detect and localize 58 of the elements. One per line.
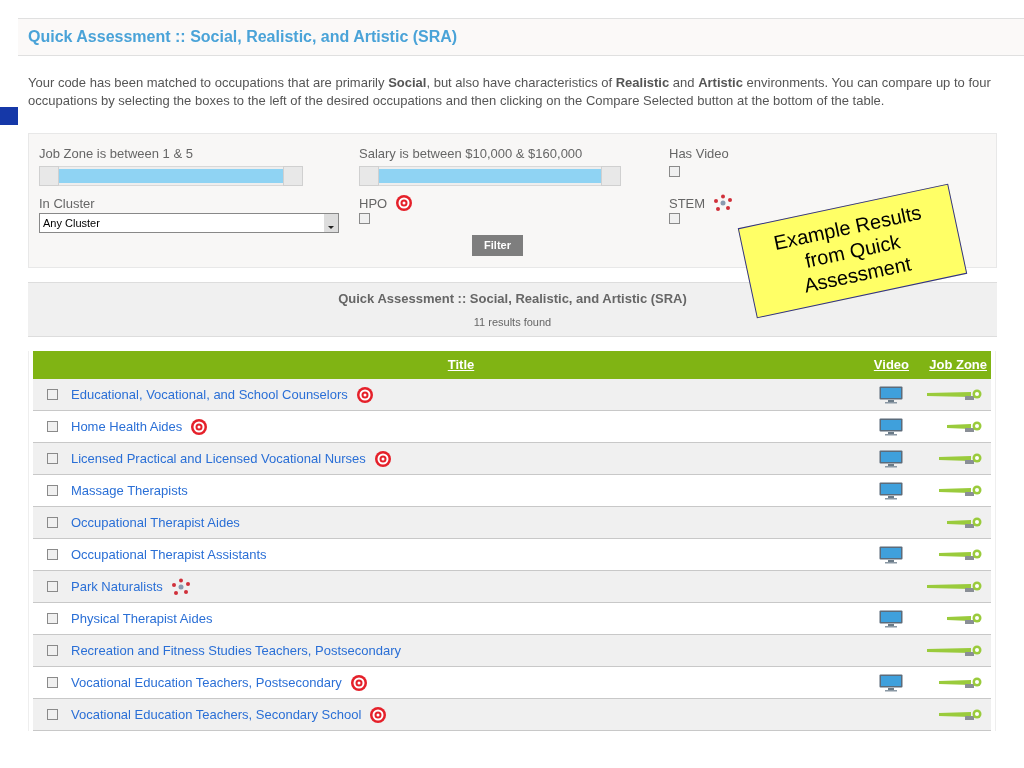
occupation-link[interactable]: Licensed Practical and Licensed Vocational Nurses [71, 448, 366, 469]
checkbox[interactable] [46, 421, 58, 432]
checkbox[interactable] [46, 485, 58, 496]
column-header-link[interactable]: Video [873, 355, 909, 375]
checkbox[interactable] [46, 645, 58, 656]
filter-button[interactable]: Filter [472, 235, 523, 256]
checkbox[interactable] [46, 389, 58, 400]
occupation-link[interactable]: Vocational Education Teachers, Secondary School [71, 704, 362, 725]
occupation-link[interactable]: Physical Therapist Aides [71, 608, 213, 629]
occupation-link[interactable]: Massage Therapists [71, 480, 188, 501]
key-icon [939, 483, 983, 498]
key-icon [939, 451, 983, 466]
molecule-icon [713, 194, 734, 213]
filter-label: HPO [359, 194, 388, 213]
checkbox[interactable] [46, 453, 58, 464]
checkbox[interactable] [669, 165, 680, 177]
key-icon [947, 611, 983, 626]
checkbox[interactable] [46, 613, 58, 624]
checkbox[interactable] [359, 213, 370, 224]
checkbox[interactable] [46, 677, 58, 688]
key-icon [927, 643, 983, 658]
checkbox[interactable] [46, 517, 58, 528]
filter-label: STEM [669, 194, 706, 213]
occupation-link[interactable]: Occupational Therapist Aides [71, 512, 240, 533]
intro-paragraph: Your code has been matched to occupations that are primarily Social, but also have characteristics of Realistic and Artistic environments. You can compare up to four occupations by selecting the boxes to the left of the desired occupations and then clicking on the Compare Selected button at the bottom of the table. [27, 74, 992, 110]
results-count: 11 results found [473, 315, 552, 330]
filter-label: Salary is between $10,000 & $160,000 [359, 145, 584, 163]
key-icon [947, 419, 983, 434]
column-header-link[interactable]: Title [447, 355, 475, 375]
occupation-link[interactable]: Educational, Vocational, and School Counselors [71, 384, 348, 405]
key-icon [939, 707, 983, 722]
column-header-link[interactable]: Job Zone [929, 355, 987, 375]
key-icon [927, 387, 983, 402]
key-icon [947, 515, 983, 530]
filter-label: Job Zone is between 1 & 5 [39, 145, 194, 163]
checkbox[interactable] [46, 709, 58, 720]
page-title: Quick Assessment :: Social, Realistic, and Artistic (SRA) [28, 27, 458, 47]
checkbox[interactable] [46, 581, 58, 592]
key-icon [939, 547, 983, 562]
key-icon [939, 675, 983, 690]
occupation-link[interactable]: Vocational Education Teachers, Postsecondary [71, 672, 342, 693]
occupation-link[interactable]: Recreation and Fitness Studies Teachers, Postsecondary [71, 640, 401, 661]
filter-label: In Cluster [39, 194, 96, 213]
results-heading: Quick Assessment :: Social, Realistic, and Artistic (SRA) [338, 289, 687, 308]
checkbox[interactable] [46, 549, 58, 560]
key-icon [927, 579, 983, 594]
side-marker [0, 107, 18, 125]
cluster-dropdown[interactable]: Any Cluster [39, 213, 339, 233]
filter-label: Has Video [669, 145, 730, 163]
occupation-link[interactable]: Occupational Therapist Assistants [71, 544, 267, 565]
occupation-link[interactable]: Park Naturalists [71, 576, 163, 597]
slider-handle[interactable] [601, 165, 621, 186]
slider-handle[interactable] [283, 165, 303, 186]
target-icon [395, 194, 414, 213]
slider-handle[interactable] [39, 165, 59, 186]
occupation-link[interactable]: Home Health Aides [71, 416, 183, 437]
checkbox[interactable] [669, 213, 680, 224]
slider-handle[interactable] [359, 165, 379, 186]
